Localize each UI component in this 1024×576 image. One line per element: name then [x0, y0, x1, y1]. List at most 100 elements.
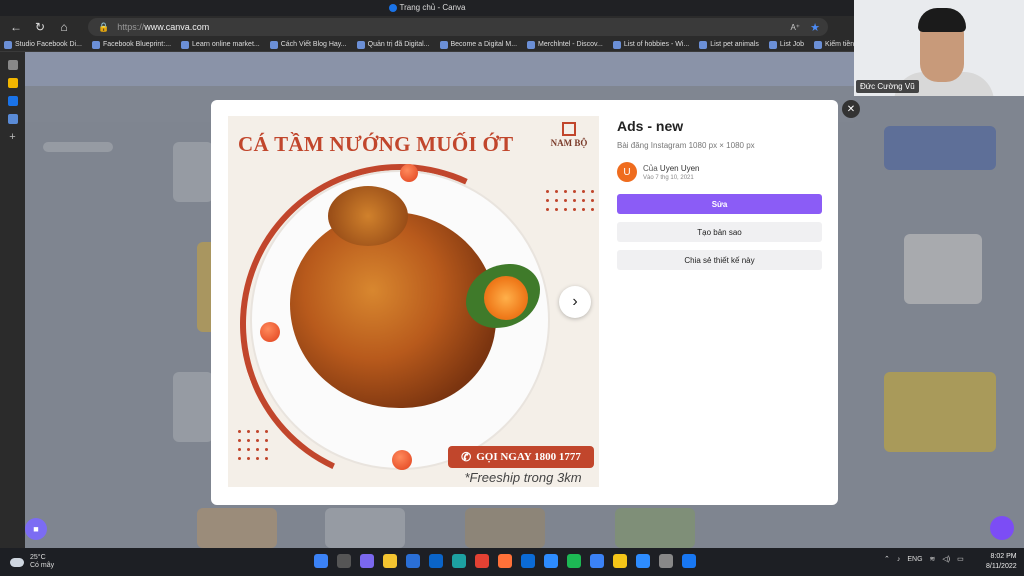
design-info-panel: Ads - new Bài đăng Instagram 1080 px × 1… [617, 118, 823, 270]
bookmark-label: List Job [779, 41, 804, 48]
brand-name: NAM BỘ [550, 138, 588, 148]
app-icon[interactable] [659, 554, 673, 568]
bookmark-item[interactable]: Studio Facebook Di... [4, 40, 82, 49]
bookmark-item[interactable]: Cách Viết Blog Hay... [269, 40, 347, 49]
firefox-icon[interactable] [498, 554, 512, 568]
bookmark-favicon-icon [356, 40, 365, 49]
phone-icon: ✆ [461, 449, 472, 464]
call-now-banner: ✆ GỌI NGAY 1800 1777 [448, 446, 594, 468]
brand-logo: NAM BỘ [546, 122, 592, 148]
author-row: U Của Uyen Uyen Vào 7 thg 10, 2021 [617, 162, 823, 182]
dimmed-right-bg [854, 96, 1024, 548]
store-icon[interactable] [406, 554, 420, 568]
edge-browser-icon[interactable] [452, 554, 466, 568]
background-card [173, 372, 213, 442]
collections-icon[interactable] [7, 78, 18, 88]
search-icon[interactable] [337, 554, 351, 568]
bookmark-item[interactable]: Merchlntel - Discov... [527, 40, 603, 49]
background-card [884, 372, 996, 452]
teams-chat-icon[interactable] [360, 554, 374, 568]
tabs-icon[interactable] [7, 60, 18, 70]
brand-logo-mark [562, 122, 576, 136]
bookmark-item[interactable]: Kiếm tiền với Merc... [814, 40, 854, 49]
bookmark-favicon-icon [181, 40, 190, 49]
background-card [615, 508, 695, 548]
system-tray: ⌃ ♪ ENG ≋ ◁) ▭ [884, 555, 971, 564]
bookmark-item[interactable]: List of hobbies - Wi... [612, 40, 690, 49]
bookmark-label: Studio Facebook Di... [15, 41, 82, 48]
mail-icon[interactable] [429, 554, 443, 568]
todo-icon[interactable] [590, 554, 604, 568]
bookmark-favicon-icon [91, 40, 100, 49]
bookmark-label: Cách Viết Blog Hay... [280, 41, 347, 48]
bookmark-item[interactable]: List pet animals [699, 40, 759, 49]
make-copy-button[interactable]: Tạo bản sao [617, 222, 822, 242]
zoom-icon[interactable] [544, 554, 558, 568]
messenger-icon[interactable] [521, 554, 535, 568]
bookmark-label: Merchlntel - Discov... [538, 41, 603, 48]
bookmark-item[interactable]: Learn online market... [181, 40, 260, 49]
microphone-icon[interactable]: ♪ [897, 556, 901, 563]
video-record-icon[interactable]: ■ [25, 518, 47, 540]
read-aloud-icon[interactable]: A⁺ [790, 23, 800, 32]
webcam-person-hair [918, 8, 966, 32]
tab-title: Trang chủ - Canva [399, 3, 466, 12]
workspace-icon[interactable] [7, 114, 18, 124]
close-modal-button[interactable]: ✕ [842, 100, 860, 118]
design-headline: CÁ TẦM NƯỚNG MUỐI ỚT [238, 132, 514, 156]
design-thumbnail: CÁ TẦM NƯỚNG MUỐI ỚT NAM BỘ ✆ GỌI NGAY 1… [228, 116, 599, 487]
bookmark-favicon-icon [814, 40, 822, 49]
video-call-icon[interactable] [636, 554, 650, 568]
decor-dots-top [546, 190, 594, 211]
start-icon[interactable] [314, 554, 328, 568]
bookmark-label: List of hobbies - Wi... [623, 41, 690, 48]
bookmark-label: Learn online market... [192, 41, 260, 48]
battery-icon[interactable]: ▭ [957, 555, 964, 563]
background-sidebar-item [43, 142, 113, 152]
help-assistant-icon[interactable] [990, 516, 1014, 540]
bookmark-favicon-icon [439, 40, 448, 49]
next-design-button[interactable]: › [559, 286, 591, 318]
share-design-button[interactable]: Chia sẻ thiết kế này [617, 250, 822, 270]
participant-name: Đức Cường Vũ [856, 80, 919, 93]
back-icon[interactable]: ← [6, 18, 26, 36]
home-icon[interactable]: ⌂ [54, 18, 74, 36]
url-host: www.canva.com [144, 22, 210, 32]
chrome-icon[interactable] [475, 554, 489, 568]
call-now-text: GỌI NGAY 1800 1777 [476, 451, 581, 463]
background-card [904, 234, 982, 304]
add-icon[interactable]: + [8, 132, 18, 143]
spotify-icon[interactable] [567, 554, 581, 568]
url-field[interactable]: 🔒 https://www.canva.com A⁺ ★ [88, 18, 828, 36]
bookmark-label: Become a Digital M... [450, 41, 518, 48]
carrot-flower-image [484, 276, 528, 320]
volume-icon[interactable]: ◁) [942, 555, 950, 563]
bookmark-item[interactable]: List Job [768, 40, 804, 49]
address-bar-row: ← ↻ ⌂ 🔒 https://www.canva.com A⁺ ★ [0, 16, 854, 38]
file-explorer-icon[interactable] [383, 554, 397, 568]
language-indicator[interactable]: ENG [907, 556, 922, 563]
canva-tab-icon[interactable] [7, 96, 18, 106]
sticky-notes-icon[interactable] [613, 554, 627, 568]
bookmark-item[interactable]: Quản trị đã Digital... [356, 40, 430, 49]
wifi-icon[interactable]: ≋ [930, 555, 936, 563]
edit-button[interactable]: Sửa [617, 194, 822, 214]
design-type: Bài đăng Instagram 1080 px × 1080 px [617, 141, 755, 150]
chevron-up-icon[interactable]: ⌃ [884, 555, 890, 563]
grilled-fish-image-top [328, 186, 408, 246]
weather-condition: Có mây [30, 562, 55, 569]
favorite-star-icon[interactable]: ★ [810, 21, 820, 34]
clock[interactable]: 8:02 PM 8/11/2022 [986, 552, 1017, 572]
created-date: Vào 7 thg 10, 2021 [643, 174, 694, 181]
bookmark-item[interactable]: Facebook Blueprint:... [91, 40, 171, 49]
background-card [197, 508, 277, 548]
cloud-icon [10, 557, 24, 567]
author-line: Của Uyen Uyen [643, 164, 700, 173]
temperature: 25°C [30, 554, 46, 561]
author-name[interactable]: Uyen Uyen [660, 164, 700, 173]
facebook-icon[interactable] [682, 554, 696, 568]
weather-widget[interactable]: 25°C Có mây [10, 554, 54, 570]
taskbar-apps [314, 554, 705, 568]
bookmark-item[interactable]: Become a Digital M... [439, 40, 518, 49]
reload-icon[interactable]: ↻ [30, 18, 50, 36]
